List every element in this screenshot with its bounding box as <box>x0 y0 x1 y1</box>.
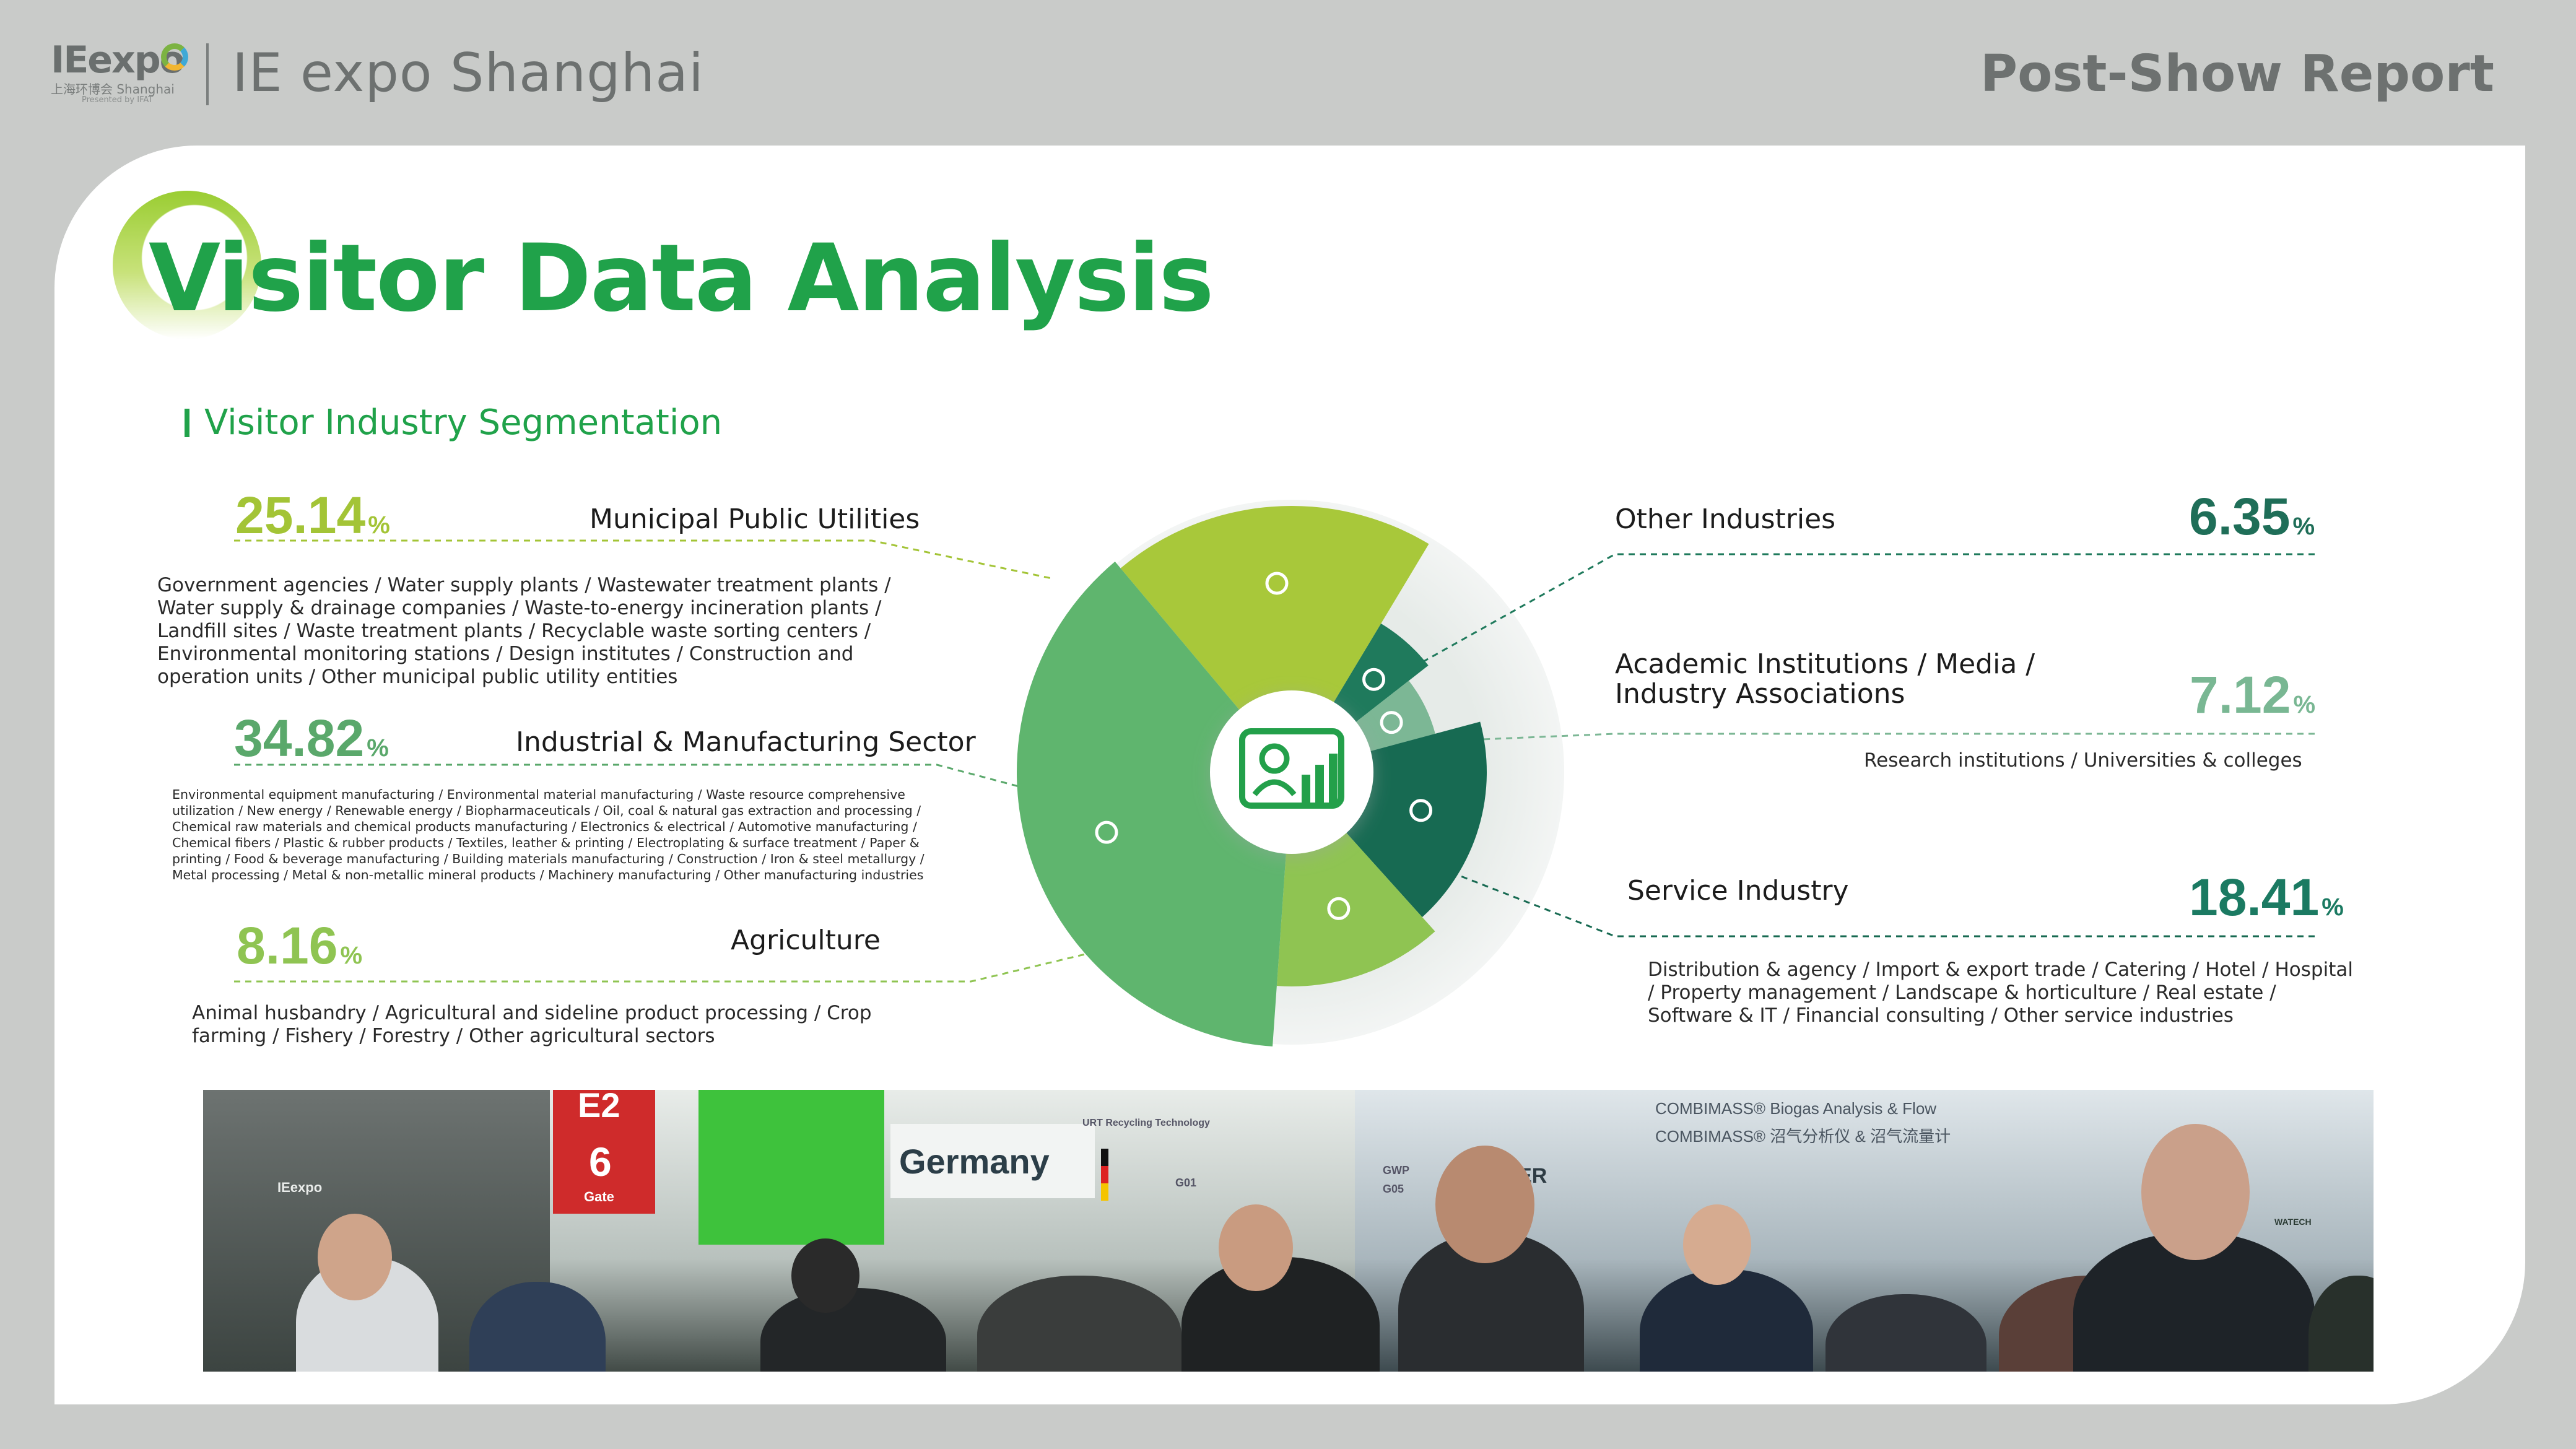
academic-percent-value: 7.12 <box>2190 666 2291 724</box>
logo-subtitle: 上海环博会 Shanghai <box>51 82 175 97</box>
agriculture-label: Agriculture <box>731 925 881 956</box>
photo-hall-code: E2 <box>578 1090 620 1125</box>
other-percent-value: 6.35 <box>2189 487 2291 546</box>
academic-percent-sign: % <box>2293 691 2316 718</box>
photo-ieexpo-sign: IEexpo <box>277 1180 323 1195</box>
flag-stripe-red <box>1101 1166 1108 1183</box>
municipal-percent-value: 25.14 <box>235 486 366 544</box>
other-percent-sign: % <box>2292 513 2315 540</box>
service-percent: 18.41% <box>2189 871 2344 923</box>
pie-slice-academic <box>1350 681 1435 753</box>
academic-description: Research institutions / Universities & c… <box>1864 749 2302 772</box>
service-description: Distribution & agency / Import & export … <box>1648 959 2353 1027</box>
photo-person-head <box>318 1214 392 1300</box>
leader-line-academic <box>1391 733 2315 744</box>
photo-watech-sign: WATECH <box>2274 1217 2312 1227</box>
flag-stripe-gold <box>1101 1183 1108 1201</box>
page-title: Visitor Data Analysis <box>149 225 1214 333</box>
industrial-label: Industrial & Manufacturing Sector <box>516 726 976 758</box>
pie-slice-industrial <box>1017 561 1287 1046</box>
agriculture-percent: 8.16% <box>237 920 362 972</box>
content-card: Visitor Data Analysis Visitor Industry S… <box>54 146 2525 1404</box>
photo-booth-g01: G01 <box>1175 1177 1197 1189</box>
service-percent-value: 18.41 <box>2189 868 2320 926</box>
photo-person-head <box>2141 1124 2250 1260</box>
industrial-percent-value: 34.82 <box>234 709 365 767</box>
slice-markers <box>1095 572 1433 920</box>
municipal-percent: 25.14% <box>235 489 390 541</box>
academic-label-line1: Academic Institutions / Media / <box>1615 648 2035 680</box>
section-title-bar <box>185 409 189 437</box>
municipal-description: Government agencies / Water supply plant… <box>157 574 891 688</box>
photo-person-head <box>791 1238 859 1313</box>
photo-combimass-line2: COMBIMASS® 沼气分析仪 & 沼气流量计 <box>1655 1127 1951 1146</box>
photo-gwp: GWP <box>1383 1164 1409 1177</box>
leader-line-municipal <box>234 539 1055 580</box>
ieexpo-logo: IEexpo 上海环博会 Shanghai Presented by IFAT <box>51 38 188 110</box>
agriculture-description: Animal husbandry / Agricultural and side… <box>192 1002 872 1047</box>
other-label: Other Industries <box>1615 503 1836 535</box>
service-percent-sign: % <box>2321 894 2344 921</box>
brand-title: IE expo Shanghai <box>232 42 704 104</box>
photo-person-head <box>1683 1204 1751 1285</box>
pie-slice-other <box>1329 623 1429 727</box>
industrial-description: Environmental equipment manufacturing / … <box>172 787 925 882</box>
header-divider <box>206 43 209 105</box>
service-label: Service Industry <box>1627 875 1849 907</box>
exhibition-photo: E2 6 Gate Germany URT Recycling Technolo… <box>203 1090 2374 1372</box>
pie-slice-agriculture <box>1276 827 1435 986</box>
pie-slice-service <box>1341 721 1487 918</box>
slice-marker-agriculture <box>1327 897 1351 920</box>
slice-marker-municipal <box>1265 572 1289 595</box>
photo-country-text: Germany <box>899 1142 1050 1181</box>
photo-gate-number: 6 <box>589 1139 612 1185</box>
logo-ring-icon <box>161 43 188 71</box>
slice-marker-other <box>1362 668 1386 691</box>
photo-gate-label: Gate <box>584 1189 614 1204</box>
photo-person-head <box>1435 1146 1534 1263</box>
industrial-percent-sign: % <box>367 734 389 762</box>
photo-gate-sign: E2 6 Gate <box>553 1090 655 1214</box>
logo-presented: Presented by IFAT <box>82 95 154 105</box>
report-label: Post-Show Report <box>1980 45 2494 103</box>
other-percent: 6.35% <box>2189 490 2315 542</box>
agriculture-percent-sign: % <box>340 942 363 969</box>
agriculture-percent-value: 8.16 <box>237 916 338 975</box>
industrial-percent: 34.82% <box>234 712 389 764</box>
flag-stripe-black <box>1101 1149 1108 1166</box>
slice-marker-service <box>1409 799 1433 822</box>
pie-slices <box>1017 506 1487 1046</box>
photo-g05: G05 <box>1383 1183 1404 1195</box>
academic-percent: 7.12% <box>2190 669 2315 721</box>
photo-green-booth <box>698 1090 884 1245</box>
photo-germany-sign: Germany <box>890 1124 1095 1198</box>
pie-background-ring <box>1019 500 1564 1045</box>
dashboard-icon <box>1239 728 1344 809</box>
slice-marker-academic <box>1380 711 1403 734</box>
slice-marker-industrial <box>1095 820 1118 844</box>
photo-person-head <box>1219 1204 1293 1291</box>
photo-combimass-line1: COMBIMASS® Biogas Analysis & Flow <box>1655 1099 1937 1118</box>
leader-line-service <box>1429 863 2315 938</box>
photo-booth-text: URT Recycling Technology <box>1082 1118 1210 1128</box>
top-bar: IEexpo 上海环博会 Shanghai Presented by IFAT … <box>0 0 2576 146</box>
section-title: Visitor Industry Segmentation <box>204 402 723 443</box>
municipal-label: Municipal Public Utilities <box>590 503 920 535</box>
academic-label-line2: Industry Associations <box>1615 678 1905 710</box>
municipal-percent-sign: % <box>368 511 390 539</box>
pie-center <box>1210 690 1373 854</box>
pie-slice-municipal <box>1120 506 1429 716</box>
